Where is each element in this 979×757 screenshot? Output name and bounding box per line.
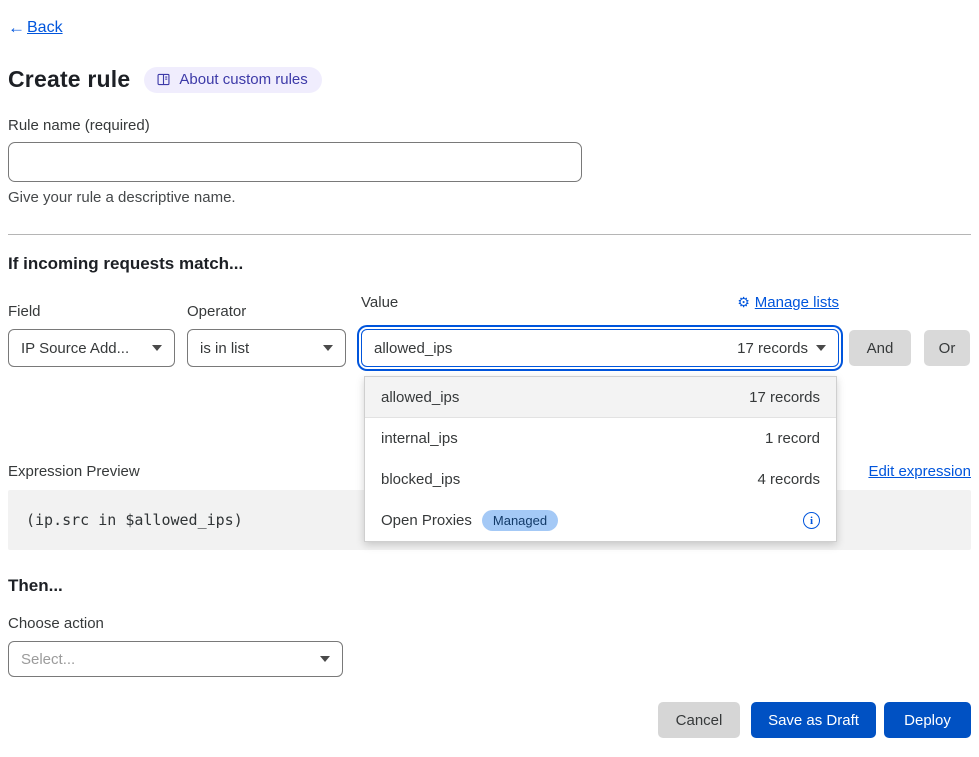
then-section-heading: Then...: [8, 576, 971, 596]
rule-name-label: Rule name (required): [8, 117, 971, 134]
deploy-button[interactable]: Deploy: [884, 702, 971, 738]
info-icon[interactable]: i: [803, 512, 820, 529]
manage-lists: ⚙ Manage lists: [737, 294, 839, 311]
operator-label: Operator: [187, 303, 346, 320]
list-item-meta: 17 records: [749, 389, 820, 406]
chevron-down-icon: [320, 656, 330, 662]
list-item-meta: 4 records: [757, 471, 820, 488]
field-select[interactable]: IP Source Add...: [8, 329, 175, 367]
list-item-allowed-ips[interactable]: allowed_ips 17 records: [365, 377, 836, 418]
list-item-name: internal_ips: [381, 430, 458, 447]
back-link[interactable]: Back: [27, 19, 63, 37]
value-select-meta: 17 records: [737, 340, 808, 357]
condition-row: Field IP Source Add... Operator is in li…: [8, 294, 971, 367]
value-select-value: allowed_ips: [374, 340, 452, 357]
page-header: Create rule About custom rules: [8, 66, 971, 93]
operator-select-value: is in list: [200, 340, 315, 357]
action-select[interactable]: Select...: [8, 641, 343, 677]
manage-lists-link[interactable]: Manage lists: [755, 294, 839, 311]
chevron-down-icon: [816, 345, 826, 351]
cancel-button[interactable]: Cancel: [658, 702, 740, 738]
action-select-placeholder: Select...: [21, 651, 312, 668]
rule-name-helper: Give your rule a descriptive name.: [8, 189, 971, 206]
gear-icon: ⚙: [737, 294, 750, 311]
choose-action-label: Choose action: [8, 615, 971, 632]
list-item-blocked-ips[interactable]: blocked_ips 4 records: [365, 459, 836, 500]
footer-actions: Cancel Save as Draft Deploy: [658, 702, 971, 738]
list-item-name: allowed_ips: [381, 389, 459, 406]
breadcrumb: ←Back: [8, 18, 971, 38]
list-item-name: Open Proxies: [381, 512, 472, 529]
list-item-name: blocked_ips: [381, 471, 460, 488]
list-item-open-proxies[interactable]: Open Proxies Managed i: [365, 500, 836, 541]
back-arrow-icon: ←: [8, 18, 25, 38]
edit-expression-link[interactable]: Edit expression: [868, 463, 971, 480]
list-item-meta: 1 record: [765, 430, 820, 447]
field-label: Field: [8, 303, 175, 320]
expression-preview-label: Expression Preview: [8, 463, 140, 480]
list-item-internal-ips[interactable]: internal_ips 1 record: [365, 418, 836, 459]
about-custom-rules-badge[interactable]: About custom rules: [144, 67, 321, 93]
list-dropdown-panel: allowed_ips 17 records internal_ips 1 re…: [364, 376, 837, 542]
match-section-heading: If incoming requests match...: [8, 254, 971, 274]
managed-badge: Managed: [482, 510, 558, 531]
book-icon: [156, 72, 171, 87]
chevron-down-icon: [323, 345, 333, 351]
rule-name-input[interactable]: [8, 142, 582, 182]
expression-code: (ip.src in $allowed_ips): [26, 511, 243, 529]
value-select[interactable]: allowed_ips 17 records: [361, 329, 839, 367]
or-button[interactable]: Or: [924, 330, 970, 366]
operator-select[interactable]: is in list: [187, 329, 346, 367]
chevron-down-icon: [152, 345, 162, 351]
about-custom-rules-label: About custom rules: [179, 71, 307, 88]
value-label: Value: [361, 294, 398, 311]
section-divider: [8, 234, 971, 235]
save-as-draft-button[interactable]: Save as Draft: [751, 702, 876, 738]
page-title: Create rule: [8, 66, 130, 93]
and-button[interactable]: And: [849, 330, 911, 366]
field-select-value: IP Source Add...: [21, 340, 144, 357]
